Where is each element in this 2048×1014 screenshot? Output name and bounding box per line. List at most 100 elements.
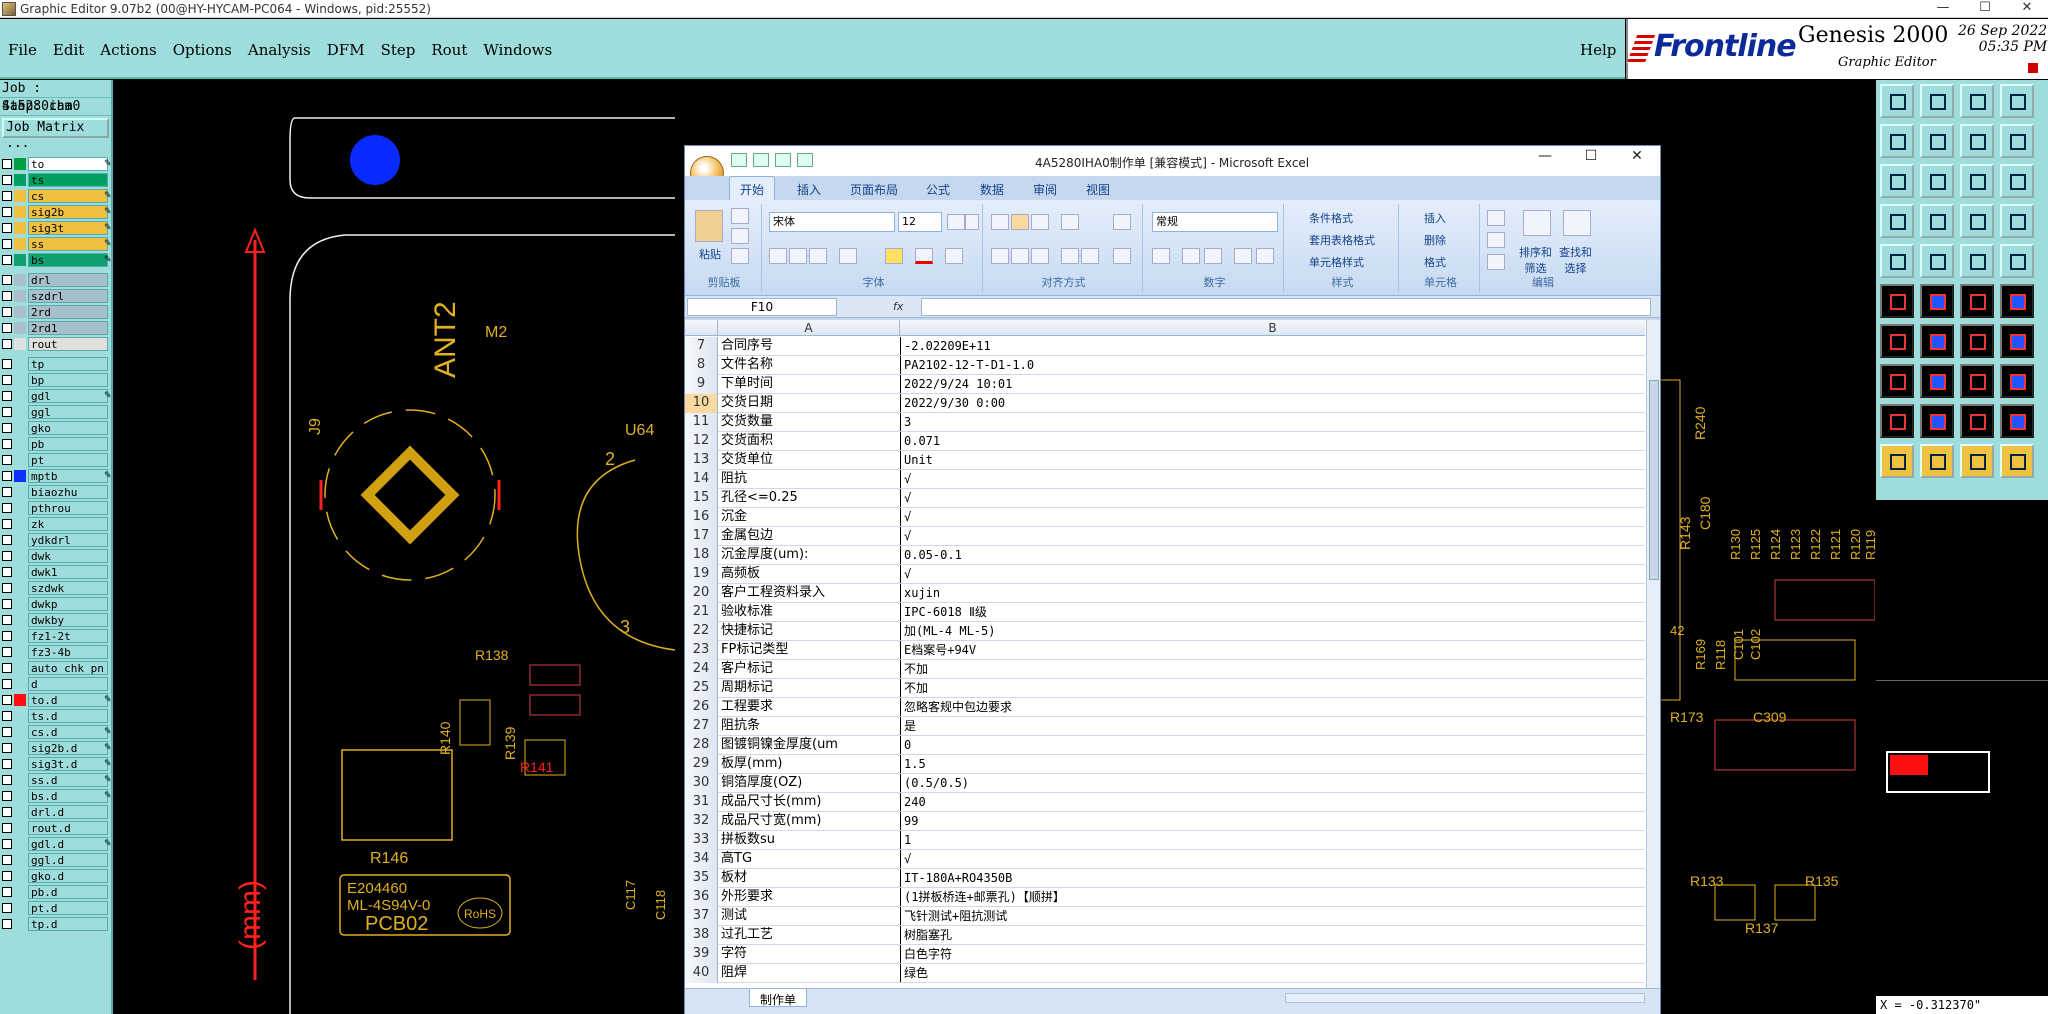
center-tool-button[interactable] (1920, 164, 1954, 198)
layer-row[interactable]: szdrl (0, 288, 118, 304)
add-pad-tool-button[interactable] (1960, 284, 1994, 318)
cell-b[interactable]: 240 (900, 793, 1640, 811)
flip-tool-button[interactable] (1960, 124, 1994, 158)
cell-a[interactable]: 工程要求 (721, 698, 899, 716)
cell-b[interactable]: (0.5/0.5) (900, 774, 1640, 792)
row-header[interactable]: 7 (685, 337, 718, 356)
row-header[interactable]: 17 (685, 527, 718, 546)
cell-b[interactable]: 2022/9/30 0:00 (900, 394, 1640, 412)
border-icon[interactable] (839, 248, 857, 264)
customize-icon[interactable] (797, 153, 813, 167)
grow-font-icon[interactable] (947, 214, 965, 230)
line-tool-button[interactable] (1880, 324, 1914, 358)
cell-b[interactable]: √ (900, 508, 1640, 526)
layer-row[interactable]: zk (0, 516, 118, 532)
layer-checkbox[interactable] (2, 359, 12, 369)
row-header[interactable]: 15 (685, 489, 718, 508)
layer-checkbox[interactable] (2, 503, 12, 513)
layer-name[interactable]: bs.d (28, 789, 108, 803)
pad-edit-tool-button[interactable] (1880, 364, 1914, 398)
row-header[interactable]: 26 (685, 698, 718, 717)
layer-color-swatch[interactable] (14, 822, 26, 834)
net-compare-tool-button[interactable] (2000, 204, 2034, 238)
pointer-tool-button[interactable] (1880, 444, 1914, 478)
decrease-indent-icon[interactable] (1061, 248, 1079, 264)
menu-file[interactable]: File (8, 41, 37, 59)
row-header[interactable]: 13 (685, 451, 718, 470)
layer-name[interactable]: dwkby (28, 613, 108, 627)
cell-a[interactable]: 交货单位 (721, 451, 899, 469)
layer-checkbox[interactable] (2, 903, 12, 913)
layer-name[interactable]: d (28, 677, 108, 691)
column-header-b[interactable]: B (900, 320, 1645, 336)
insert-function-button[interactable]: fx (845, 298, 915, 316)
layer-checkbox[interactable] (2, 423, 12, 433)
menu-options[interactable]: Options (173, 41, 232, 59)
cell-a[interactable]: 快捷标记 (721, 622, 899, 640)
cell-a[interactable]: 周期标记 (721, 679, 899, 697)
layer-row[interactable]: gko.d (0, 868, 118, 884)
layer-name[interactable]: ts (28, 173, 108, 187)
layer-row[interactable]: ss ✎ (0, 236, 118, 252)
cell-a[interactable]: 拼板数su (721, 831, 899, 849)
cell-a[interactable]: 成品尺寸宽(mm) (721, 812, 899, 830)
layer-color-swatch[interactable] (14, 454, 26, 466)
layer-row[interactable]: rout (0, 336, 118, 352)
align-bottom-icon[interactable] (1031, 214, 1049, 230)
cell-styles-button[interactable]: 单元格样式 (1309, 254, 1364, 270)
excel-minimize-button[interactable]: — (1522, 148, 1568, 164)
layer-color-swatch[interactable] (14, 322, 26, 334)
layer-compare-tool-button[interactable] (1960, 204, 1994, 238)
cell-b[interactable]: PA2102-12-T-D1-1.0 (900, 356, 1640, 374)
layer-color-swatch[interactable] (14, 518, 26, 530)
column-header-a[interactable]: A (718, 320, 900, 336)
layer-color-swatch[interactable] (14, 502, 26, 514)
layer-name[interactable]: tp (28, 357, 108, 371)
row-header[interactable]: 27 (685, 717, 718, 736)
number-format-select[interactable]: 常规 (1152, 212, 1278, 232)
layer-color-swatch[interactable] (14, 902, 26, 914)
layer-checkbox[interactable] (2, 567, 12, 577)
cell-a[interactable]: 交货数量 (721, 413, 899, 431)
row-header[interactable]: 37 (685, 907, 718, 926)
layer-color-swatch[interactable] (14, 630, 26, 642)
copy-icon[interactable] (731, 228, 749, 244)
layer-row[interactable]: dwk1 (0, 564, 118, 580)
layer-name[interactable]: bs (28, 253, 108, 267)
layer-checkbox[interactable] (2, 339, 12, 349)
minus-tool-button[interactable] (1920, 364, 1954, 398)
fill-color-icon[interactable] (885, 248, 903, 264)
layer-checkbox[interactable] (2, 439, 12, 449)
slash-tool-button[interactable] (1920, 324, 1954, 358)
layer-name[interactable]: ts.d (28, 709, 108, 723)
layer-checkbox[interactable] (2, 255, 12, 265)
cell-a[interactable]: 高频板 (721, 565, 899, 583)
save-icon[interactable] (731, 153, 747, 167)
layer-row[interactable]: ggl (0, 404, 118, 420)
cell-b[interactable]: √ (900, 470, 1640, 488)
layer-row[interactable]: ts.d (0, 708, 118, 724)
layer-name[interactable]: dwk1 (28, 565, 108, 579)
wrap-text-icon[interactable] (1113, 214, 1131, 230)
layer-color-swatch[interactable] (14, 806, 26, 818)
layer-color-swatch[interactable] (14, 274, 26, 286)
grid-tool-button[interactable] (1920, 204, 1954, 238)
sheet-tab[interactable]: 制作单 (749, 989, 808, 1007)
cell-a[interactable]: 合同序号 (721, 337, 899, 355)
menu-step[interactable]: Step (381, 41, 416, 59)
cell-a[interactable]: 外形要求 (721, 888, 899, 906)
layer-row[interactable]: to.d ✎ (0, 692, 118, 708)
clear-icon[interactable] (1487, 254, 1505, 270)
cell-a[interactable]: 阻抗条 (721, 717, 899, 735)
cell-b[interactable]: IPC-6018 Ⅱ级 (900, 603, 1640, 621)
layer-color-swatch[interactable] (14, 158, 26, 170)
layer-row[interactable]: fz3-4b (0, 644, 118, 660)
layer-checkbox[interactable] (2, 175, 12, 185)
open-job-tool-button[interactable] (1880, 84, 1914, 118)
layer-color-swatch[interactable] (14, 646, 26, 658)
layer-name[interactable]: mptb (28, 469, 108, 483)
add-via-tool-button[interactable] (2000, 284, 2034, 318)
fill-tool-button[interactable] (2000, 244, 2034, 278)
pointer-select-tool-button[interactable] (1920, 444, 1954, 478)
tab-data[interactable]: 数据 (980, 181, 1004, 198)
